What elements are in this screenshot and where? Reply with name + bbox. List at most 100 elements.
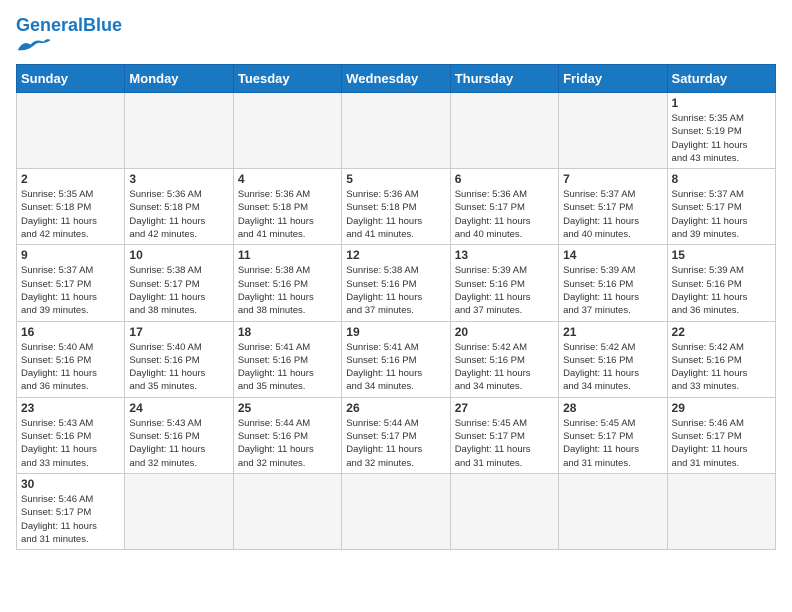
day-number-27: 27: [455, 401, 554, 415]
day-number-10: 10: [129, 248, 228, 262]
day-number-11: 11: [238, 248, 337, 262]
calendar-cell-w6-d7: [667, 473, 775, 549]
day-info-22: Sunrise: 5:42 AMSunset: 5:16 PMDaylight:…: [672, 341, 771, 394]
day-number-20: 20: [455, 325, 554, 339]
day-info-8: Sunrise: 5:37 AMSunset: 5:17 PMDaylight:…: [672, 188, 771, 241]
day-number-8: 8: [672, 172, 771, 186]
calendar-cell-w5-d6: 28Sunrise: 5:45 AMSunset: 5:17 PMDayligh…: [559, 397, 667, 473]
calendar-cell-w1-d4: [342, 93, 450, 169]
week-row-2: 2 Sunrise: 5:35 AMSunset: 5:18 PMDaylight…: [17, 169, 776, 245]
week-row-6: 30Sunrise: 5:46 AMSunset: 5:17 PMDayligh…: [17, 473, 776, 549]
calendar-cell-w2-d2: 3Sunrise: 5:36 AMSunset: 5:18 PMDaylight…: [125, 169, 233, 245]
page-header: GeneralBlue: [16, 16, 776, 56]
weekday-header-saturday: Saturday: [667, 65, 775, 93]
day-info-7: Sunrise: 5:37 AMSunset: 5:17 PMDaylight:…: [563, 188, 662, 241]
logo: GeneralBlue: [16, 16, 122, 56]
day-info-25: Sunrise: 5:44 AMSunset: 5:16 PMDaylight:…: [238, 417, 337, 470]
logo-bird-icon: [16, 36, 52, 56]
day-number-4: 4: [238, 172, 337, 186]
day-number-5: 5: [346, 172, 445, 186]
day-info-1: Sunrise: 5:35 AMSunset: 5:19 PMDaylight:…: [672, 112, 771, 165]
calendar-cell-w2-d6: 7Sunrise: 5:37 AMSunset: 5:17 PMDaylight…: [559, 169, 667, 245]
weekday-header-row: SundayMondayTuesdayWednesdayThursdayFrid…: [17, 65, 776, 93]
day-number-22: 22: [672, 325, 771, 339]
calendar-cell-w6-d1: 30Sunrise: 5:46 AMSunset: 5:17 PMDayligh…: [17, 473, 125, 549]
calendar-cell-w5-d1: 23Sunrise: 5:43 AMSunset: 5:16 PMDayligh…: [17, 397, 125, 473]
day-info-2: Sunrise: 5:35 AMSunset: 5:18 PMDaylight:…: [21, 188, 120, 241]
day-info-4: Sunrise: 5:36 AMSunset: 5:18 PMDaylight:…: [238, 188, 337, 241]
calendar-cell-w2-d3: 4 Sunrise: 5:36 AMSunset: 5:18 PMDaylight…: [233, 169, 341, 245]
calendar-cell-w1-d7: 1 Sunrise: 5:35 AMSunset: 5:19 PMDaylight…: [667, 93, 775, 169]
calendar-cell-w5-d7: 29Sunrise: 5:46 AMSunset: 5:17 PMDayligh…: [667, 397, 775, 473]
day-info-18: Sunrise: 5:41 AMSunset: 5:16 PMDaylight:…: [238, 341, 337, 394]
day-info-17: Sunrise: 5:40 AMSunset: 5:16 PMDaylight:…: [129, 341, 228, 394]
day-number-15: 15: [672, 248, 771, 262]
calendar-cell-w5-d2: 24 Sunrise: 5:43 AMSunset: 5:16 PMDayligh…: [125, 397, 233, 473]
day-number-26: 26: [346, 401, 445, 415]
day-number-13: 13: [455, 248, 554, 262]
calendar-cell-w6-d6: [559, 473, 667, 549]
day-number-17: 17: [129, 325, 228, 339]
week-row-5: 23 Sunrise: 5:43 AMSunset: 5:16 PMDayligh…: [17, 397, 776, 473]
day-info-24: Sunrise: 5:43 AMSunset: 5:16 PMDaylight:…: [129, 417, 228, 470]
calendar-table: SundayMondayTuesdayWednesdayThursdayFrid…: [16, 64, 776, 550]
calendar-cell-w2-d5: 6Sunrise: 5:36 AMSunset: 5:17 PMDaylight…: [450, 169, 558, 245]
day-info-11: Sunrise: 5:38 AMSunset: 5:16 PMDaylight:…: [238, 264, 337, 317]
weekday-header-friday: Friday: [559, 65, 667, 93]
week-row-4: 16 Sunrise: 5:40 AMSunset: 5:16 PMDayligh…: [17, 321, 776, 397]
day-number-9: 9: [21, 248, 120, 262]
calendar-cell-w6-d3: [233, 473, 341, 549]
week-row-3: 9Sunrise: 5:37 AMSunset: 5:17 PMDaylight…: [17, 245, 776, 321]
day-number-19: 19: [346, 325, 445, 339]
day-number-28: 28: [563, 401, 662, 415]
day-info-15: Sunrise: 5:39 AMSunset: 5:16 PMDaylight:…: [672, 264, 771, 317]
logo-blue: Blue: [83, 15, 122, 35]
calendar-cell-w4-d7: 22 Sunrise: 5:42 AMSunset: 5:16 PMDayligh…: [667, 321, 775, 397]
logo-general: General: [16, 15, 83, 35]
day-info-10: Sunrise: 5:38 AMSunset: 5:17 PMDaylight:…: [129, 264, 228, 317]
day-number-2: 2: [21, 172, 120, 186]
calendar-cell-w2-d1: 2 Sunrise: 5:35 AMSunset: 5:18 PMDaylight…: [17, 169, 125, 245]
day-info-6: Sunrise: 5:36 AMSunset: 5:17 PMDaylight:…: [455, 188, 554, 241]
weekday-header-thursday: Thursday: [450, 65, 558, 93]
day-number-14: 14: [563, 248, 662, 262]
calendar-cell-w3-d2: 10 Sunrise: 5:38 AMSunset: 5:17 PMDayligh…: [125, 245, 233, 321]
weekday-header-wednesday: Wednesday: [342, 65, 450, 93]
day-number-3: 3: [129, 172, 228, 186]
calendar-cell-w4-d5: 20Sunrise: 5:42 AMSunset: 5:16 PMDayligh…: [450, 321, 558, 397]
day-info-30: Sunrise: 5:46 AMSunset: 5:17 PMDaylight:…: [21, 493, 120, 546]
calendar-cell-w4-d6: 21 Sunrise: 5:42 AMSunset: 5:16 PMDayligh…: [559, 321, 667, 397]
day-info-27: Sunrise: 5:45 AMSunset: 5:17 PMDaylight:…: [455, 417, 554, 470]
day-info-26: Sunrise: 5:44 AMSunset: 5:17 PMDaylight:…: [346, 417, 445, 470]
calendar-cell-w4-d2: 17 Sunrise: 5:40 AMSunset: 5:16 PMDayligh…: [125, 321, 233, 397]
weekday-header-sunday: Sunday: [17, 65, 125, 93]
day-number-21: 21: [563, 325, 662, 339]
day-number-23: 23: [21, 401, 120, 415]
calendar-cell-w3-d3: 11 Sunrise: 5:38 AMSunset: 5:16 PMDayligh…: [233, 245, 341, 321]
day-number-24: 24: [129, 401, 228, 415]
day-info-5: Sunrise: 5:36 AMSunset: 5:18 PMDaylight:…: [346, 188, 445, 241]
calendar-cell-w3-d6: 14Sunrise: 5:39 AMSunset: 5:16 PMDayligh…: [559, 245, 667, 321]
day-info-13: Sunrise: 5:39 AMSunset: 5:16 PMDaylight:…: [455, 264, 554, 317]
calendar-cell-w2-d4: 5 Sunrise: 5:36 AMSunset: 5:18 PMDaylight…: [342, 169, 450, 245]
calendar-cell-w5-d3: 25 Sunrise: 5:44 AMSunset: 5:16 PMDayligh…: [233, 397, 341, 473]
logo-text: GeneralBlue: [16, 16, 122, 34]
day-number-25: 25: [238, 401, 337, 415]
calendar-cell-w6-d5: [450, 473, 558, 549]
day-info-21: Sunrise: 5:42 AMSunset: 5:16 PMDaylight:…: [563, 341, 662, 394]
calendar-cell-w3-d4: 12 Sunrise: 5:38 AMSunset: 5:16 PMDayligh…: [342, 245, 450, 321]
day-number-1: 1: [672, 96, 771, 110]
calendar-cell-w3-d1: 9Sunrise: 5:37 AMSunset: 5:17 PMDaylight…: [17, 245, 125, 321]
day-number-16: 16: [21, 325, 120, 339]
day-number-12: 12: [346, 248, 445, 262]
calendar-cell-w4-d1: 16Sunrise: 5:40 AMSunset: 5:16 PMDayligh…: [17, 321, 125, 397]
calendar-cell-w3-d5: 13 Sunrise: 5:39 AMSunset: 5:16 PMDayligh…: [450, 245, 558, 321]
day-info-12: Sunrise: 5:38 AMSunset: 5:16 PMDaylight:…: [346, 264, 445, 317]
calendar-cell-w2-d7: 8 Sunrise: 5:37 AMSunset: 5:17 PMDaylight…: [667, 169, 775, 245]
weekday-header-tuesday: Tuesday: [233, 65, 341, 93]
calendar-cell-w4-d4: 19 Sunrise: 5:41 AMSunset: 5:16 PMDayligh…: [342, 321, 450, 397]
day-info-19: Sunrise: 5:41 AMSunset: 5:16 PMDaylight:…: [346, 341, 445, 394]
weekday-header-monday: Monday: [125, 65, 233, 93]
day-number-29: 29: [672, 401, 771, 415]
calendar-cell-w1-d1: [17, 93, 125, 169]
